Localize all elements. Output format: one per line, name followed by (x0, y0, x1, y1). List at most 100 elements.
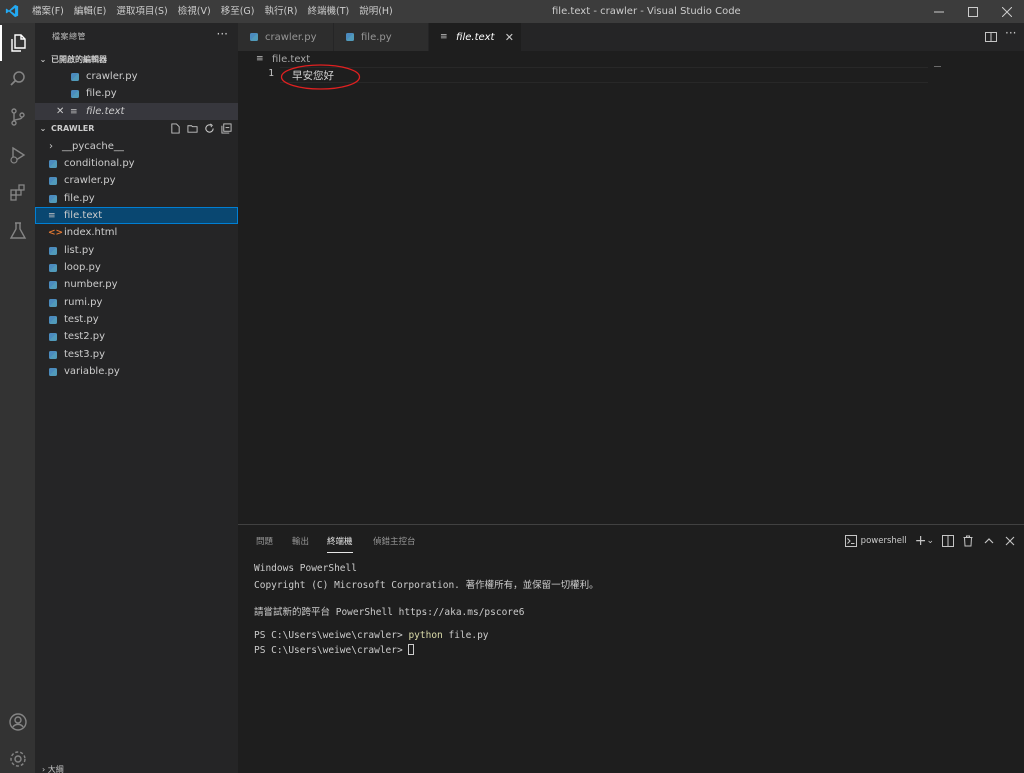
python-file-icon (250, 33, 258, 41)
file-item[interactable]: rumi.py (35, 294, 238, 311)
terminal-line: Windows PowerShell (254, 563, 357, 574)
file-item[interactable]: test3.py (35, 346, 238, 363)
tab-crawler-py[interactable]: crawler.py (238, 23, 334, 51)
gear-icon (9, 751, 26, 767)
terminal-prompt: PS C:\Users\weiwe\crawler> (254, 645, 409, 656)
terminal-prompt: PS C:\Users\weiwe\crawler> (254, 630, 409, 641)
testing-button[interactable] (0, 213, 35, 249)
new-file-icon[interactable] (170, 123, 181, 134)
tab-file-py[interactable]: file.py (334, 23, 429, 51)
open-editor-item[interactable]: crawler.py (35, 68, 238, 85)
search-icon (9, 71, 25, 86)
menu-file[interactable]: 檔案(F) (27, 0, 69, 23)
collapse-all-icon[interactable] (221, 123, 232, 134)
file-item[interactable]: conditional.py (35, 155, 238, 172)
file-label: __pycache__ (62, 141, 124, 152)
accounts-button[interactable] (0, 704, 35, 740)
outline-label: 大綱 (47, 765, 64, 773)
file-item[interactable]: file.py (35, 190, 238, 207)
refresh-icon[interactable] (204, 123, 215, 134)
terminal-cursor (408, 644, 415, 655)
tab-label: file.text (456, 31, 495, 43)
split-terminal-icon[interactable] (942, 535, 954, 547)
folder-header[interactable]: ⌄ CRAWLER (35, 120, 238, 137)
open-editor-item[interactable]: file.py (35, 85, 238, 102)
close-tab-icon[interactable]: ✕ (505, 31, 514, 44)
maximize-panel-icon[interactable] (983, 535, 995, 547)
open-editor-label: file.py (86, 88, 117, 99)
split-editor-icon[interactable] (984, 30, 998, 44)
menu-selection[interactable]: 選取項目(S) (111, 0, 172, 23)
explorer-sidebar: 檔案總管 ··· ⌄ 已開啟的編輯器 crawler.py file.py ✕ … (35, 23, 238, 773)
open-editor-item-active[interactable]: ✕ ≡ file.text (35, 103, 238, 120)
python-file-icon (346, 33, 354, 41)
python-file-icon (49, 194, 57, 203)
terminal-argument: file.py (442, 630, 489, 641)
close-icon (1002, 6, 1012, 17)
outline-section-header[interactable]: › 大綱 (35, 764, 238, 773)
terminal-icon (844, 535, 857, 547)
file-item[interactable]: variable.py (35, 363, 238, 380)
open-editors-header[interactable]: ⌄ 已開啟的編輯器 (35, 51, 238, 68)
tab-label: crawler.py (265, 31, 317, 43)
tab-debug-console[interactable]: 偵錯主控台 (373, 535, 416, 552)
file-item[interactable]: test.py (35, 311, 238, 328)
explorer-button[interactable] (0, 25, 35, 61)
terminal-command-line: PS C:\Users\weiwe\crawler> python file.p… (254, 630, 489, 641)
run-debug-button[interactable] (0, 137, 35, 173)
files-icon (10, 34, 26, 52)
text-file-icon: ≡ (48, 210, 56, 221)
chevron-right-icon: › (49, 141, 53, 152)
tab-file-text[interactable]: ≡ file.text ✕ (429, 23, 522, 51)
tab-problems[interactable]: 問題 (256, 535, 273, 552)
file-item[interactable]: crawler.py (35, 172, 238, 189)
python-file-icon (49, 263, 57, 272)
python-file-icon (49, 246, 57, 255)
python-file-icon (71, 72, 79, 81)
python-file-icon (49, 280, 57, 289)
vscode-logo-icon (5, 4, 19, 18)
panel-actions: powershell + ⌄ (844, 533, 1024, 549)
tab-terminal[interactable]: 終端機 (327, 535, 353, 553)
search-button[interactable] (0, 61, 35, 97)
minimize-icon (934, 11, 944, 12)
tab-output[interactable]: 輸出 (292, 535, 309, 552)
file-item[interactable]: test2.py (35, 328, 238, 345)
menu-run[interactable]: 執行(R) (259, 0, 302, 23)
python-file-icon (49, 367, 57, 376)
new-folder-icon[interactable] (187, 123, 198, 134)
python-file-icon (49, 298, 57, 307)
terminal-input-line[interactable]: PS C:\Users\weiwe\crawler> (254, 644, 415, 656)
html-file-icon: <> (48, 227, 64, 238)
trash-icon[interactable] (962, 535, 974, 547)
file-label: list.py (64, 245, 95, 256)
extensions-button[interactable] (0, 175, 35, 211)
add-terminal-icon[interactable]: + (915, 533, 927, 549)
menu-help[interactable]: 說明(H) (354, 0, 398, 23)
chevron-down-icon[interactable]: ⌄ (926, 536, 934, 546)
manage-button[interactable] (0, 741, 35, 773)
folder-item[interactable]: › __pycache__ (35, 138, 238, 155)
close-editor-icon[interactable]: ✕ (56, 106, 70, 117)
maximize-button[interactable] (956, 0, 990, 23)
file-label: index.html (64, 227, 118, 238)
more-actions-icon[interactable]: ··· (217, 27, 228, 41)
file-item[interactable]: <> index.html (35, 224, 238, 241)
file-item[interactable]: number.py (35, 276, 238, 293)
close-window-button[interactable] (990, 0, 1024, 23)
editor-more-icon[interactable]: ··· (1005, 26, 1019, 40)
menu-edit[interactable]: 編輯(E) (69, 0, 111, 23)
shell-selector[interactable]: powershell (861, 536, 907, 546)
menu-terminal[interactable]: 終端機(T) (302, 0, 354, 23)
file-item[interactable]: loop.py (35, 259, 238, 276)
file-item-selected[interactable]: ≡ file.text (35, 207, 238, 224)
menu-view[interactable]: 檢視(V) (173, 0, 216, 23)
chevron-down-icon: ⌄ (39, 55, 47, 64)
source-control-button[interactable] (0, 99, 35, 135)
file-item[interactable]: list.py (35, 242, 238, 259)
minimize-button[interactable] (922, 0, 956, 23)
close-panel-icon[interactable] (1004, 535, 1016, 547)
bottom-panel: 問題 輸出 終端機 偵錯主控台 powershell + ⌄ Windows P… (238, 524, 1024, 773)
menu-bar: 檔案(F) 編輯(E) 選取項目(S) 檢視(V) 移至(G) 執行(R) 終端… (27, 0, 398, 23)
menu-go[interactable]: 移至(G) (216, 0, 260, 23)
